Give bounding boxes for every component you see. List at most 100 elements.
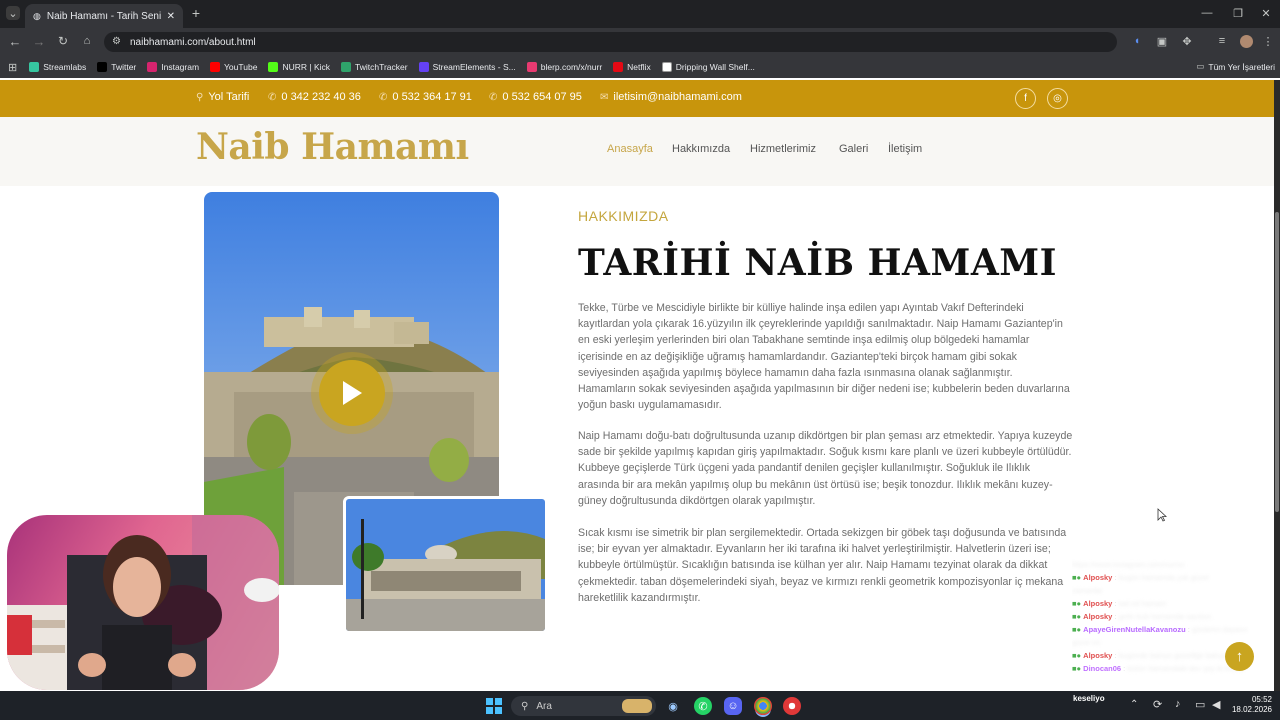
phone-1: 0 342 232 40 36 bbox=[281, 91, 361, 103]
microphone-icon[interactable]: ♪ bbox=[1175, 698, 1181, 710]
discord-icon[interactable]: ☺ bbox=[724, 697, 742, 715]
tray-chevron-icon[interactable]: ⌃ bbox=[1130, 699, 1138, 710]
chat-username: ApayeGirenNutellaKavanozu bbox=[1083, 625, 1186, 634]
email-link[interactable]: ✉ iletisim@naibhamami.com bbox=[600, 91, 742, 103]
tab-search-icon[interactable]: ⌄ bbox=[6, 6, 20, 20]
bookmark-favicon-icon bbox=[268, 62, 279, 72]
phone-link-3[interactable]: ✆ 0 532 654 07 95 bbox=[489, 91, 582, 103]
sync-icon[interactable]: ⟳ bbox=[1153, 698, 1162, 711]
steam-icon[interactable]: ◉ bbox=[664, 697, 682, 715]
envelope-icon: ✉ bbox=[600, 91, 609, 103]
hamam-exterior-photo bbox=[343, 496, 548, 634]
chat-badge-icon: ■● bbox=[1072, 612, 1084, 621]
bookmark-favicon-icon bbox=[147, 62, 158, 72]
nav-anasayfa[interactable]: Anasayfa bbox=[607, 143, 653, 155]
bookmark-label: NURR | Kick bbox=[282, 62, 330, 72]
phone-link-1[interactable]: ✆ 0 342 232 40 36 bbox=[268, 91, 361, 103]
network-icon[interactable]: ▭ bbox=[1195, 698, 1205, 711]
menu-icon[interactable]: ⋮ bbox=[1263, 34, 1274, 48]
volume-icon[interactable]: ◀ bbox=[1212, 698, 1220, 711]
site-logo[interactable]: Naib Hamamı bbox=[196, 126, 469, 168]
bookmark-item[interactable]: StreamElements - S... bbox=[418, 62, 516, 72]
search-placeholder: Ara bbox=[536, 700, 552, 712]
play-icon bbox=[343, 381, 362, 405]
bookmark-item[interactable]: Instagram bbox=[147, 62, 199, 72]
profile-avatar[interactable] bbox=[1240, 35, 1253, 48]
clock[interactable]: 05:52 18.02.2026 bbox=[1230, 695, 1272, 715]
start-button[interactable] bbox=[485, 697, 503, 715]
reload-icon[interactable]: ↻ bbox=[56, 34, 70, 48]
close-tab-icon[interactable]: ✕ bbox=[167, 11, 175, 22]
chat-message: https://www.instagram.com/nurrxx bbox=[1072, 558, 1272, 571]
nav-galeri[interactable]: Galeri bbox=[839, 143, 868, 155]
bookmark-item[interactable]: Streamlabs bbox=[29, 62, 86, 72]
chat-badge-icon: ■● bbox=[1072, 599, 1084, 608]
app-icon-red[interactable] bbox=[783, 697, 801, 715]
instagram-icon[interactable]: ◎ bbox=[1047, 88, 1068, 109]
directions-link[interactable]: ⚲ Yol Tarifi bbox=[196, 91, 249, 103]
bookmark-item[interactable]: blerp.com/x/nurr bbox=[526, 62, 602, 72]
extension-icon[interactable]: ◖ bbox=[1130, 34, 1144, 48]
folder-icon: ▭ bbox=[1196, 61, 1205, 71]
whatsapp-icon[interactable]: ✆ bbox=[694, 697, 712, 715]
new-tab-icon[interactable]: + bbox=[189, 5, 203, 21]
nav-hizmetlerimiz[interactable]: Hizmetlerimiz bbox=[750, 143, 816, 155]
bookmark-list: Streamlabs Twitter Instagram YouTube NURR | … bbox=[29, 62, 766, 72]
bookmark-item[interactable]: TwitchTracker bbox=[341, 62, 408, 72]
all-bookmarks[interactable]: ▭ Tüm Yer İşaretleri bbox=[1196, 61, 1275, 72]
tab-title: Naib Hamamı - Tarih Seni Çağırıyor bbox=[46, 10, 161, 22]
stream-chat-overlay: https://www.instagram.com/nurrxx ■● Alpos… bbox=[1072, 558, 1272, 692]
chat-text: güzel mi bbox=[1072, 638, 1100, 647]
bookmark-favicon-icon bbox=[29, 62, 40, 72]
back-icon[interactable]: ← bbox=[8, 34, 22, 49]
puzzle-icon[interactable]: ✥ bbox=[1180, 34, 1194, 48]
chat-username: Alposky bbox=[1083, 612, 1113, 621]
section-eyebrow: HAKKIMIZDA bbox=[578, 208, 669, 224]
facebook-icon[interactable]: f bbox=[1015, 88, 1036, 109]
chat-message: ■● Alposky : bugün hamamda çok güzel bbox=[1072, 573, 1209, 582]
bookmark-label: Instagram bbox=[161, 62, 200, 72]
bookmark-favicon-icon bbox=[661, 62, 672, 72]
back-to-top-button[interactable]: ↑ bbox=[1225, 642, 1254, 671]
scrollbar-thumb[interactable] bbox=[1275, 212, 1279, 512]
phone-link-2[interactable]: ✆ 0 532 364 17 91 bbox=[379, 91, 472, 103]
extension-icon-2[interactable]: ▣ bbox=[1155, 34, 1169, 48]
bookmark-item[interactable]: YouTube bbox=[210, 62, 257, 72]
bookmark-item[interactable]: Netflix bbox=[613, 62, 651, 72]
chat-text: bugünde bakıyo güzelliğe bakıyor bbox=[1118, 651, 1231, 660]
apps-grid-icon[interactable]: ⊞ bbox=[8, 61, 17, 74]
phone-2: 0 532 364 17 91 bbox=[392, 91, 472, 103]
bookmark-item[interactable]: Dripping Wall Shelf... bbox=[661, 62, 755, 72]
chat-message: ■● Alposky : gelin kub hamamda sacılsın bbox=[1072, 612, 1212, 621]
bookmark-favicon-icon bbox=[341, 62, 351, 72]
chat-text: bütün hamamdaki dev şey bi kuzey bbox=[1127, 664, 1245, 673]
bookmark-item[interactable]: Twitter bbox=[97, 62, 136, 72]
chat-message: ■● Alposky : tad ed hamam bbox=[1072, 599, 1167, 608]
bookmark-favicon-icon bbox=[97, 62, 108, 72]
video-play-button[interactable] bbox=[319, 360, 385, 426]
browser-tab[interactable]: ◍ Naib Hamamı - Tarih Seni Çağırıyor ✕ bbox=[25, 4, 183, 28]
bookmark-label: Twitter bbox=[111, 62, 137, 72]
taskbar-search[interactable]: ⚲ Ara bbox=[511, 696, 656, 716]
minimize-icon[interactable]: — bbox=[1200, 6, 1214, 20]
chat-username: Alposky bbox=[1083, 599, 1113, 608]
chat-text: zamanlar bbox=[1072, 586, 1103, 595]
about-paragraph-2: Naip Hamamı doğu-batı doğrultusunda uzan… bbox=[578, 430, 1073, 507]
bookmark-item[interactable]: NURR | Kick bbox=[268, 62, 330, 72]
clock-time: 05:52 bbox=[1251, 695, 1272, 704]
site-info-icon[interactable]: ⚙ bbox=[112, 36, 121, 47]
maximize-icon[interactable]: ❐ bbox=[1231, 6, 1245, 20]
chat-text: bugün hamamda çok güzel bbox=[1118, 573, 1209, 582]
media-icon[interactable]: ≡ bbox=[1215, 34, 1229, 48]
streamer-webcam bbox=[7, 515, 279, 690]
chrome-icon[interactable] bbox=[754, 697, 772, 715]
directions-label: Yol Tarifi bbox=[208, 91, 250, 103]
nav-hakkimizda[interactable]: Hakkımızda bbox=[672, 143, 730, 155]
chat-message: ■● ApayeGirenNutellaKavanozu : günlerim … bbox=[1072, 625, 1248, 634]
close-window-icon[interactable]: ✕ bbox=[1259, 6, 1273, 20]
url-field[interactable]: ⚙ naibhamami.com/about.html bbox=[104, 32, 1117, 52]
forward-icon[interactable]: → bbox=[32, 34, 46, 49]
home-icon[interactable]: ⌂ bbox=[80, 34, 94, 48]
nav-iletisim[interactable]: İletişim bbox=[888, 143, 922, 155]
bookmark-favicon-icon bbox=[613, 62, 624, 72]
